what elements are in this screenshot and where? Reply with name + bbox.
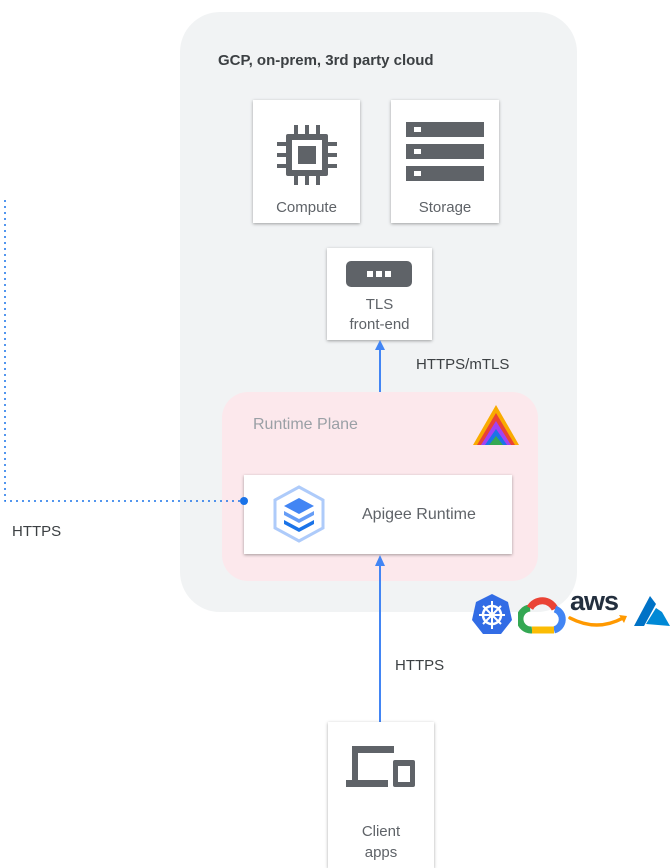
aws-icon: aws	[567, 586, 631, 634]
aws-smile	[568, 615, 627, 627]
https-bottom-label: HTTPS	[395, 657, 445, 674]
kubernetes-icon	[472, 594, 512, 634]
dotted-connector	[4, 200, 244, 502]
devices-icon	[346, 746, 415, 787]
azure-icon	[634, 596, 670, 626]
google-cloud-icon	[518, 597, 566, 634]
https-mtls-label: HTTPS/mTLS	[416, 356, 510, 373]
https-left-label: HTTPS	[12, 523, 62, 540]
arrowhead-runtime	[375, 555, 385, 566]
client-label-line1: Client	[361, 823, 401, 840]
arrowhead-tls	[375, 340, 385, 350]
connector-dot	[240, 497, 248, 505]
client-label-line2: apps	[364, 844, 398, 861]
client-apps-card[interactable]: Client apps	[328, 722, 434, 868]
